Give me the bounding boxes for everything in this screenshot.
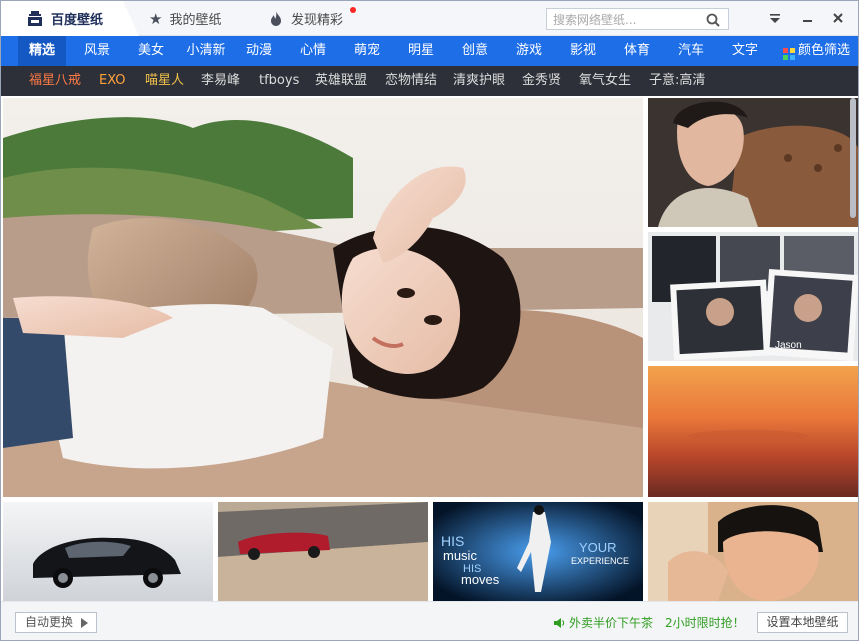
hot-tag[interactable]: 清爽护眼: [453, 66, 505, 96]
app-window: 百度壁纸 ★ 我的壁纸 发现精彩 搜索网络壁纸... 精选 风景 美女 小清新 …: [0, 0, 859, 641]
scrollbar-thumb[interactable]: [850, 98, 856, 218]
tab-baidu-wallpaper[interactable]: 百度壁纸: [1, 1, 139, 36]
category-cars[interactable]: 汽车: [671, 36, 711, 66]
set-local-wallpaper-button[interactable]: 设置本地壁纸: [757, 612, 848, 633]
category-scenery[interactable]: 风景: [77, 36, 117, 66]
category-bar: 精选 风景 美女 小清新 动漫 心情 萌宠 明星 创意 游戏 影视 体育 汽车 …: [1, 36, 858, 66]
color-palette-icon: [783, 45, 795, 60]
hot-tag[interactable]: 李易峰: [201, 66, 240, 96]
category-creative[interactable]: 创意: [455, 36, 495, 66]
hot-tag[interactable]: 福星八戒: [29, 66, 81, 96]
category-label: 美女: [137, 43, 164, 58]
poster-text: HIS: [441, 533, 464, 549]
promo-text: 2小时限时抢！: [665, 616, 745, 630]
tab-label: 百度壁纸: [51, 13, 104, 28]
category-label: 颜色筛选: [798, 43, 851, 58]
category-label: 动漫: [245, 43, 272, 58]
tab-label: 我的壁纸: [169, 13, 222, 28]
hot-tag[interactable]: 子意:高清: [649, 66, 705, 96]
wallpaper-tile-sunset[interactable]: [648, 366, 858, 497]
baidu-wallpaper-logo-icon: [27, 11, 43, 26]
play-icon: [81, 618, 88, 628]
tab-discover[interactable]: 发现精彩: [269, 1, 343, 36]
category-label: 体育: [623, 43, 650, 58]
collage-caption: Jason: [775, 340, 802, 351]
category-featured[interactable]: 精选: [18, 36, 66, 66]
close-icon[interactable]: [830, 10, 846, 26]
category-label: 风景: [83, 43, 110, 58]
hot-tag[interactable]: tfboys: [259, 66, 299, 96]
button-label: 设置本地壁纸: [766, 615, 839, 629]
search-input[interactable]: [547, 10, 697, 30]
category-label: 精选: [28, 43, 55, 58]
title-bar: 百度壁纸 ★ 我的壁纸 发现精彩: [1, 1, 858, 36]
new-badge-dot: [350, 7, 356, 13]
category-mood[interactable]: 心情: [293, 36, 333, 66]
hot-tag[interactable]: 氧气女生: [579, 66, 631, 96]
category-label: 文字: [731, 43, 758, 58]
speaker-icon: [553, 617, 565, 629]
category-games[interactable]: 游戏: [509, 36, 549, 66]
hot-tag[interactable]: 金秀贤: [522, 66, 561, 96]
wallpaper-tile-man-sofa[interactable]: [648, 98, 858, 227]
hot-tag[interactable]: 恋物情结: [385, 66, 437, 96]
poster-text: YOUR: [579, 540, 617, 555]
category-film[interactable]: 影视: [563, 36, 603, 66]
category-label: 明星: [407, 43, 434, 58]
category-fresh[interactable]: 小清新: [181, 36, 231, 66]
wallpaper-tile-red-convertible[interactable]: [218, 502, 428, 601]
promo-link[interactable]: 外卖半价下午茶 2小时限时抢！: [553, 614, 745, 631]
hot-tag[interactable]: EXO: [99, 66, 126, 96]
minimize-icon[interactable]: [799, 10, 815, 26]
category-label: 萌宠: [353, 43, 380, 58]
star-icon: ★: [149, 9, 163, 28]
category-beauty[interactable]: 美女: [131, 36, 171, 66]
poster-text: EXPERIENCE: [571, 556, 629, 566]
category-label: 创意: [461, 43, 488, 58]
category-label: 汽车: [677, 43, 704, 58]
wallpaper-tile-young-man[interactable]: [648, 502, 858, 601]
wallpaper-tile-black-sedan[interactable]: [3, 502, 213, 601]
category-anime[interactable]: 动漫: [239, 36, 279, 66]
category-label: 影视: [569, 43, 596, 58]
promo-text: 外卖半价下午茶: [569, 616, 654, 630]
category-label: 游戏: [515, 43, 542, 58]
tab-label: 发现精彩: [291, 13, 344, 28]
category-color-filter[interactable]: 颜色筛选: [798, 36, 854, 66]
tab-my-wallpaper[interactable]: ★ 我的壁纸: [149, 1, 221, 36]
category-label: 心情: [299, 43, 326, 58]
category-text[interactable]: 文字: [725, 36, 765, 66]
hot-tags-bar: 福星八戒 EXO 喵星人 李易峰 tfboys 英雄联盟 恋物情结 清爽护眼 金…: [1, 66, 858, 96]
hot-tag[interactable]: 英雄联盟: [315, 66, 367, 96]
footer-bar: 自动更换 外卖半价下午茶 2小时限时抢！ 设置本地壁纸: [1, 601, 858, 640]
category-label: 小清新: [186, 43, 226, 58]
poster-text: music: [443, 548, 477, 563]
flame-icon: [269, 11, 283, 26]
wallpaper-tile-photo-collage[interactable]: Jason: [648, 232, 858, 361]
button-label: 自动更换: [25, 615, 74, 629]
wallpaper-tile-dancer-poster[interactable]: HIS music HIS moves YOUR EXPERIENCE: [433, 502, 643, 601]
hot-tag[interactable]: 喵星人: [145, 66, 184, 96]
category-sports[interactable]: 体育: [617, 36, 657, 66]
search-icon[interactable]: [706, 12, 720, 27]
poster-text: moves: [461, 572, 500, 587]
search-box[interactable]: [546, 8, 729, 30]
wallpaper-tile-featured[interactable]: [3, 98, 643, 497]
category-stars[interactable]: 明星: [401, 36, 441, 66]
auto-change-button[interactable]: 自动更换: [15, 612, 97, 633]
category-pets[interactable]: 萌宠: [347, 36, 387, 66]
menu-icon[interactable]: [767, 10, 783, 26]
